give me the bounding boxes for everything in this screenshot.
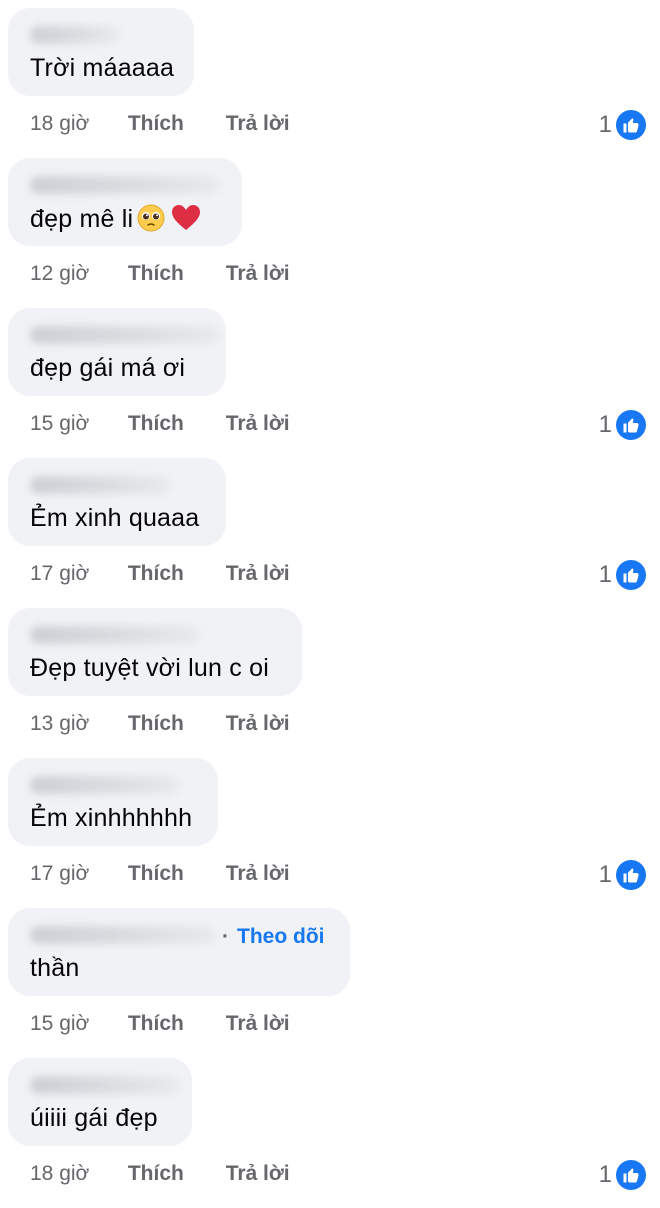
comment-bubble[interactable]: đẹp gái má ơi: [8, 308, 226, 396]
comment-item: đẹp mê li 12 giờ Thích Trả lời: [0, 158, 660, 308]
thumbs-up-icon: [616, 860, 646, 890]
red-heart-icon: [172, 205, 201, 230]
separator-dot: ·: [222, 925, 229, 948]
comment-item: úiiii gái đẹp 18 giờ Thích Trả lời 1: [0, 1058, 660, 1208]
comment-item: Ẻm xinh quaaa 17 giờ Thích Trả lời 1: [0, 458, 660, 608]
comment-text: úiiii gái đẹp: [30, 1104, 158, 1132]
comment-meta: 15 giờ Thích Trả lời: [30, 1012, 290, 1036]
reply-link[interactable]: Trả lời: [226, 1012, 290, 1036]
reply-link[interactable]: Trả lời: [226, 112, 290, 136]
like-link[interactable]: Thích: [128, 1012, 220, 1036]
follow-label: Theo dõi: [237, 925, 325, 948]
comment-bubble[interactable]: Đẹp tuyệt vời lun c oi: [8, 608, 302, 696]
reply-link[interactable]: Trả lời: [226, 1162, 290, 1186]
comment-text: Trời máaaaa: [30, 54, 175, 82]
comment-time[interactable]: 17 giờ: [30, 562, 122, 586]
comment-text: thần: [30, 954, 80, 982]
reaction-summary[interactable]: 1: [599, 409, 646, 441]
follow-button[interactable]: · Theo dõi: [222, 925, 325, 949]
reply-link[interactable]: Trả lời: [226, 412, 290, 436]
comment-time[interactable]: 15 giờ: [30, 1012, 122, 1036]
comment-item: Trời máaaaa 18 giờ Thích Trả lời 1: [0, 8, 660, 158]
comment-time[interactable]: 17 giờ: [30, 862, 122, 886]
author-name-blurred[interactable]: [30, 326, 220, 344]
comment-bubble[interactable]: Ẻm xinhhhhhh: [8, 758, 218, 846]
comment-text: Ẻm xinh quaaa: [30, 504, 200, 532]
author-name-blurred[interactable]: [30, 776, 180, 794]
comment-meta: 18 giờ Thích Trả lời: [30, 1162, 290, 1186]
comment-meta: 13 giờ Thích Trả lời: [30, 712, 290, 736]
reply-link[interactable]: Trả lời: [226, 262, 290, 286]
comment-bubble[interactable]: đẹp mê li: [8, 158, 242, 246]
comment-time[interactable]: 12 giờ: [30, 262, 122, 286]
pleading-face-icon: [137, 204, 165, 232]
like-link[interactable]: Thích: [128, 1162, 220, 1186]
comment-item: đẹp gái má ơi 15 giờ Thích Trả lời 1: [0, 308, 660, 458]
comment-bubble[interactable]: úiiii gái đẹp: [8, 1058, 192, 1146]
comment-time[interactable]: 13 giờ: [30, 712, 122, 736]
comment-item: · Theo dõi thần 15 giờ Thích Trả lời: [0, 908, 660, 1058]
like-link[interactable]: Thích: [128, 562, 220, 586]
author-name-blurred[interactable]: [30, 1076, 180, 1094]
comment-item: Ẻm xinhhhhhh 17 giờ Thích Trả lời 1: [0, 758, 660, 908]
reaction-summary[interactable]: 1: [599, 859, 646, 891]
thumbs-up-icon: [616, 560, 646, 590]
like-link[interactable]: Thích: [128, 412, 220, 436]
reaction-count: 1: [598, 861, 612, 888]
author-name-blurred[interactable]: [30, 926, 216, 944]
comment-text: Ẻm xinhhhhhh: [30, 804, 193, 832]
comment-meta: 17 giờ Thích Trả lời: [30, 562, 290, 586]
comment-time[interactable]: 18 giờ: [30, 1162, 122, 1186]
like-link[interactable]: Thích: [128, 112, 220, 136]
like-link[interactable]: Thích: [128, 262, 220, 286]
comment-time[interactable]: 15 giờ: [30, 412, 122, 436]
reaction-count: 1: [598, 111, 612, 138]
thumbs-up-icon: [616, 1160, 646, 1190]
reaction-summary[interactable]: 1: [599, 109, 646, 141]
reaction-count: 1: [598, 1161, 612, 1188]
comment-item: Đẹp tuyệt vời lun c oi 13 giờ Thích Trả …: [0, 608, 660, 758]
comment-text-content: đẹp mê li: [30, 205, 134, 233]
reaction-count: 1: [598, 561, 612, 588]
comment-bubble[interactable]: · Theo dõi thần: [8, 908, 350, 996]
like-link[interactable]: Thích: [128, 862, 220, 886]
comment-text: đẹp gái má ơi: [30, 354, 186, 382]
like-link[interactable]: Thích: [128, 712, 220, 736]
reaction-count: 1: [598, 411, 612, 438]
comment-meta: 17 giờ Thích Trả lời: [30, 862, 290, 886]
author-name-blurred[interactable]: [30, 626, 200, 644]
reply-link[interactable]: Trả lời: [226, 712, 290, 736]
comment-meta: 12 giờ Thích Trả lời: [30, 262, 290, 286]
comment-text: Đẹp tuyệt vời lun c oi: [30, 654, 269, 682]
comment-text: đẹp mê li: [30, 204, 201, 234]
reply-link[interactable]: Trả lời: [226, 562, 290, 586]
author-name-blurred[interactable]: [30, 26, 120, 44]
reaction-summary[interactable]: 1: [599, 559, 646, 591]
comment-bubble[interactable]: Ẻm xinh quaaa: [8, 458, 226, 546]
thumbs-up-icon: [616, 410, 646, 440]
comment-meta: 15 giờ Thích Trả lời: [30, 412, 290, 436]
comment-bubble[interactable]: Trời máaaaa: [8, 8, 194, 96]
thumbs-up-icon: [616, 110, 646, 140]
author-name-blurred[interactable]: [30, 176, 220, 194]
reply-link[interactable]: Trả lời: [226, 862, 290, 886]
comment-time[interactable]: 18 giờ: [30, 112, 122, 136]
author-name-blurred[interactable]: [30, 476, 170, 494]
reaction-summary[interactable]: 1: [599, 1159, 646, 1191]
comment-meta: 18 giờ Thích Trả lời: [30, 112, 290, 136]
